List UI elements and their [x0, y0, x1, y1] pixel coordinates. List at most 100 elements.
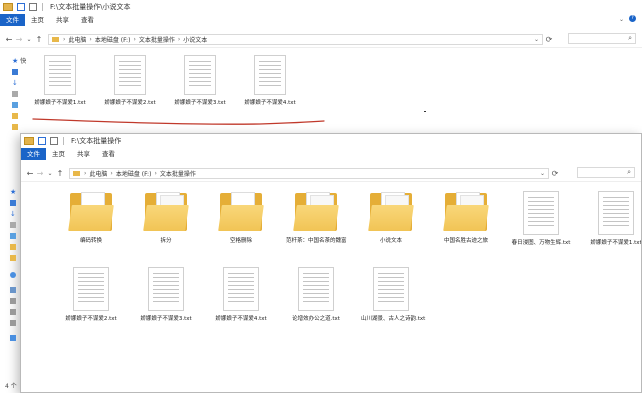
- nav-quick-access[interactable]: ★ 快: [0, 55, 26, 66]
- chevron-right-icon: ›: [133, 35, 136, 43]
- breadcrumb-novel-folder[interactable]: 小说文本: [183, 35, 207, 44]
- ribbon-tabs: 文件 主页 共享 查看 ⌄ ?: [0, 14, 642, 26]
- nav-item[interactable]: [0, 295, 20, 306]
- file-name: 春日浸图、万物生辉.txt: [511, 240, 571, 246]
- search-icon: ⌕: [628, 34, 632, 42]
- nav-item[interactable]: [0, 241, 20, 252]
- chevron-down-icon[interactable]: ⌄: [540, 170, 545, 177]
- star-icon: ★: [12, 56, 19, 65]
- ribbon-tabs: 文件 主页 共享 查看: [21, 148, 641, 160]
- properties-icon[interactable]: [17, 3, 25, 11]
- picture-icon: [12, 101, 18, 108]
- tab-home[interactable]: 主页: [46, 148, 71, 160]
- folder-icon: [293, 191, 339, 233]
- recent-dropdown-icon[interactable]: ⌄: [45, 170, 55, 177]
- file-item[interactable]: 娇娜娘子不谋爱2.txt: [100, 55, 160, 106]
- chevron-down-icon[interactable]: ⌄: [534, 36, 539, 43]
- tab-view[interactable]: 查看: [75, 14, 100, 26]
- folder-icon: [12, 123, 18, 130]
- breadcrumb-batch-folder[interactable]: 文本批量操作: [160, 169, 196, 178]
- forward-arrow-icon[interactable]: →: [35, 169, 45, 178]
- new-folder-icon[interactable]: [50, 137, 58, 145]
- up-arrow-icon[interactable]: ↑: [55, 169, 65, 178]
- folder-item[interactable]: 范杆茶：中国名茶的魏富: [286, 191, 347, 244]
- file-item[interactable]: 山川湖景、古人之诗韵.txt: [361, 267, 425, 322]
- tab-home[interactable]: 主页: [25, 14, 50, 26]
- file-item[interactable]: 娇娜娘子不谋爱2.txt: [61, 267, 121, 322]
- nav-item[interactable]: [0, 317, 20, 328]
- file-item[interactable]: 论增效办公之道.txt: [286, 267, 346, 322]
- nav-item[interactable]: [0, 110, 22, 121]
- search-input[interactable]: ⌕: [568, 33, 636, 44]
- file-item[interactable]: 娇娜娘子不谋爱3.txt: [136, 267, 196, 322]
- nav-item[interactable]: [0, 252, 20, 263]
- help-icon[interactable]: ?: [629, 15, 636, 22]
- recent-dropdown-icon[interactable]: ⌄: [24, 36, 34, 43]
- nav-item[interactable]: [0, 306, 20, 317]
- folder-item[interactable]: 中国名胜古迹之旅: [436, 191, 496, 244]
- forward-arrow-icon[interactable]: →: [14, 35, 24, 44]
- file-item[interactable]: 娇娜娘子不谋爱1.txt: [30, 55, 90, 106]
- nav-item[interactable]: [0, 88, 22, 99]
- back-arrow-icon[interactable]: ←: [25, 169, 35, 178]
- new-folder-icon[interactable]: [29, 3, 37, 11]
- address-bar[interactable]: › 此电脑 › 本地磁盘 (F:) › 文本批量操作 ⌄: [69, 167, 549, 179]
- tab-file[interactable]: 文件: [21, 148, 46, 160]
- tab-view[interactable]: 查看: [96, 148, 121, 160]
- folder-item[interactable]: 空格删除: [211, 191, 271, 244]
- nav-this-pc[interactable]: [0, 284, 20, 295]
- folder-item[interactable]: 编码转换: [61, 191, 121, 244]
- drive-icon: [10, 297, 16, 304]
- nav-item[interactable]: [0, 66, 22, 77]
- properties-icon[interactable]: [38, 137, 46, 145]
- nav-item[interactable]: [0, 197, 20, 208]
- breadcrumb-batch-folder[interactable]: 文本批量操作: [139, 35, 175, 44]
- folder-icon: [143, 191, 189, 233]
- tab-share[interactable]: 共享: [71, 148, 96, 160]
- network-icon: [10, 334, 16, 341]
- nav-onedrive[interactable]: [0, 269, 20, 280]
- tab-share[interactable]: 共享: [50, 14, 75, 26]
- folder-name: 编码转换: [79, 238, 102, 244]
- file-item[interactable]: 娇娜娘子不谋爱3.txt: [170, 55, 230, 106]
- file-item[interactable]: 娇娜娘子不谋爱4.txt: [211, 267, 271, 322]
- refresh-icon[interactable]: ⟳: [549, 169, 561, 178]
- nav-label: 快: [20, 58, 27, 65]
- folder-name: 小说文本: [379, 238, 402, 244]
- text-file-icon: [523, 191, 559, 235]
- text-file-icon: [184, 55, 216, 95]
- nav-quick-access[interactable]: ★: [0, 186, 20, 197]
- file-item[interactable]: 娇娜娘子不谋爱4.txt: [240, 55, 300, 106]
- up-arrow-icon[interactable]: ↑: [34, 35, 44, 44]
- breadcrumb-this-pc[interactable]: 此电脑: [68, 35, 86, 44]
- folder-item[interactable]: 小说文本: [361, 191, 421, 244]
- file-name: 娇娜娘子不谋爱1.txt: [34, 100, 86, 106]
- tab-file[interactable]: 文件: [0, 14, 25, 26]
- file-item[interactable]: 春日浸图、万物生辉.txt: [511, 191, 571, 246]
- search-input[interactable]: ⌕: [577, 167, 635, 178]
- chevron-right-icon: ›: [84, 169, 87, 177]
- navigation-pane-lower: ★ ↓: [0, 186, 20, 343]
- file-item[interactable]: 娇娜娘子不谋爱1.txt: [586, 191, 641, 246]
- breadcrumb-drive[interactable]: 本地磁盘 (F:): [95, 35, 131, 44]
- nav-item[interactable]: [0, 219, 20, 230]
- file-name: 娇娜娘子不谋爱3.txt: [140, 316, 192, 322]
- nav-item[interactable]: [0, 230, 20, 241]
- refresh-icon[interactable]: ⟳: [543, 35, 555, 44]
- front-explorer-window: F:\文本批量操作 文件 主页 共享 查看 ← → ⌄ ↑ › 此电脑 › 本地…: [20, 133, 642, 393]
- back-arrow-icon[interactable]: ←: [4, 35, 14, 44]
- folder-icon: [68, 191, 114, 233]
- nav-network[interactable]: [0, 332, 20, 343]
- nav-item[interactable]: ↓: [0, 77, 22, 88]
- breadcrumb-this-pc[interactable]: 此电脑: [89, 169, 107, 178]
- picture-icon: [10, 232, 16, 239]
- breadcrumb-drive[interactable]: 本地磁盘 (F:): [116, 169, 152, 178]
- folder-item[interactable]: 拆分: [136, 191, 196, 244]
- star-icon: ★: [10, 187, 17, 196]
- chevron-down-icon[interactable]: ⌄: [619, 16, 624, 23]
- nav-item[interactable]: [0, 121, 22, 132]
- window-title: F:\文本批量操作\小说文本: [50, 3, 131, 11]
- address-bar[interactable]: › 此电脑 › 本地磁盘 (F:) › 文本批量操作 › 小说文本 ⌄: [48, 33, 543, 45]
- nav-item[interactable]: [0, 99, 22, 110]
- nav-item[interactable]: ↓: [0, 208, 20, 219]
